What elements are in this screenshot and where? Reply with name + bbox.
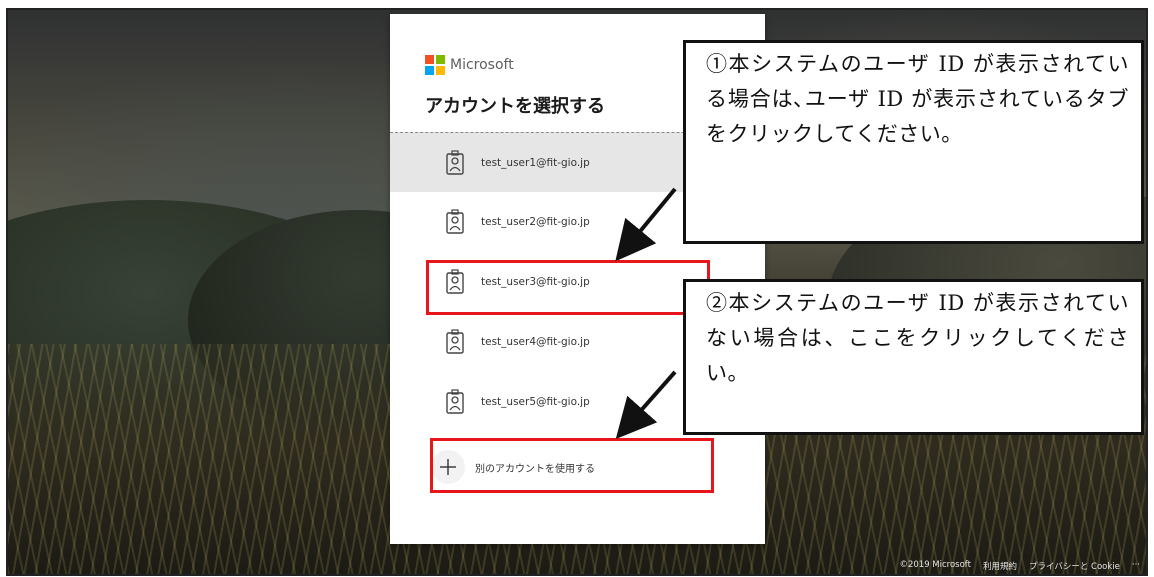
footer-terms-link[interactable]: 利用規約 <box>983 560 1017 572</box>
callout-note-1-text: ①本システムのユーザ ID が表示されている場合は､ユーザ ID が表示されてい… <box>706 52 1129 146</box>
account-email: test_user1@fit-gio.jp <box>481 156 590 169</box>
callout-note-1: ①本システムのユーザ ID が表示されている場合は､ユーザ ID が表示されてい… <box>683 40 1144 244</box>
highlight-box-use-another <box>430 438 714 493</box>
page-title: アカウントを選択する <box>425 96 605 117</box>
person-badge-icon <box>441 208 469 236</box>
footer-more-button[interactable]: ··· <box>1132 560 1140 572</box>
person-badge-icon <box>441 328 469 356</box>
page-footer: ©2019 Microsoft 利用規約 プライバシーと Cookie ··· <box>899 560 1140 572</box>
footer-privacy-link[interactable]: プライバシーと Cookie <box>1029 560 1120 572</box>
account-email: test_user5@fit-gio.jp <box>481 396 590 408</box>
brand-name: Microsoft <box>450 57 514 73</box>
microsoft-logo-icon <box>425 55 445 75</box>
person-badge-icon <box>441 149 469 177</box>
footer-copyright: ©2019 Microsoft <box>899 560 971 570</box>
callout-note-2: ②本システムのユーザ ID が表示されていない場合は、ここをクリックしてください… <box>683 279 1144 435</box>
account-email: test_user4@fit-gio.jp <box>481 336 590 348</box>
person-badge-icon <box>441 388 469 416</box>
callout-note-2-text: ②本システムのユーザ ID が表示されていない場合は、ここをクリックしてください… <box>706 291 1129 385</box>
account-email: test_user2@fit-gio.jp <box>481 216 590 228</box>
microsoft-logo: Microsoft <box>425 55 514 75</box>
highlight-box-account <box>426 260 710 315</box>
